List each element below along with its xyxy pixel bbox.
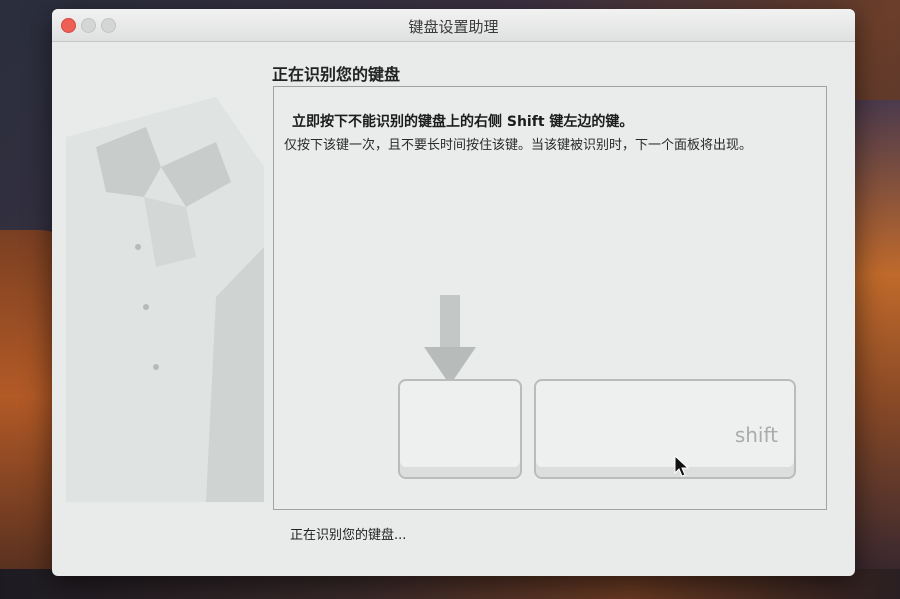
- down-arrow-icon: [424, 295, 476, 385]
- window-titlebar[interactable]: 键盘设置助理: [52, 9, 855, 42]
- mouse-pointer-icon: [674, 455, 690, 477]
- butler-illustration: [66, 97, 264, 502]
- instruction-panel: 立即按下不能识别的键盘上的右侧 Shift 键左边的键。 仅按下该键一次，且不要…: [273, 86, 827, 510]
- page-heading: 正在识别您的键盘: [272, 65, 401, 84]
- keyboard-setup-assistant-window: 键盘设置助理 正在识别您的键盘 立即按下不能识别的键盘上的右侧 Shift 键左…: [52, 9, 855, 576]
- shift-key-label: shift: [734, 423, 778, 447]
- shift-key: shift: [534, 379, 796, 479]
- key-illustration: shift: [398, 375, 798, 485]
- status-text: 正在识别您的键盘...: [290, 528, 407, 543]
- target-key: [398, 379, 522, 479]
- detail-text: 仅按下该键一次，且不要长时间按住该键。当该键被识别时，下一个面板将出现。: [284, 138, 753, 153]
- instruction-text: 立即按下不能识别的键盘上的右侧 Shift 键左边的键。: [292, 114, 634, 130]
- window-title: 键盘设置助理: [408, 18, 499, 36]
